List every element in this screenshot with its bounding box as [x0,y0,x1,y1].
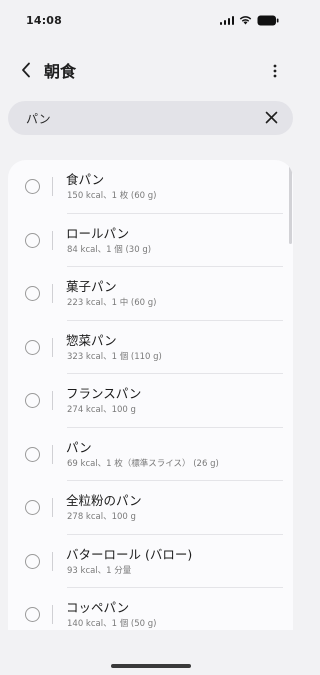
food-name: ロールパン [66,225,130,241]
food-name: 菓子パン [66,279,117,294]
battery-icon [257,15,279,26]
food-name: フランスパン [66,386,142,401]
list-item[interactable]: 食パン 150 kcal、1 枚 (60 g) [8,160,293,214]
chevron-left-icon [21,62,31,82]
status-bar: 14:08 [0,0,301,40]
food-detail: 84 kcal、1 個 (30 g) [67,244,152,255]
food-detail: 69 kcal、1 枚（標準スライス） (26 g) [67,458,219,469]
list-item[interactable]: パン 69 kcal、1 枚（標準スライス） (26 g) [8,428,293,481]
more-options-button[interactable] [263,60,287,84]
radio-button[interactable] [25,553,40,569]
food-detail: 278 kcal、100 g [67,512,136,522]
divider [52,284,53,303]
divider [52,605,53,624]
clear-search-button[interactable] [263,110,279,126]
list-item[interactable]: 惣菜パン 323 kcal、1 個 (110 g) [8,321,293,374]
divider [52,177,53,196]
list-item[interactable]: フランスパン 274 kcal、100 g [8,374,293,428]
radio-button[interactable] [25,500,40,515]
page-title: 朝食 [44,62,77,81]
radio-button[interactable] [25,339,40,355]
divider [52,230,53,250]
food-detail: 274 kcal、100 g [67,405,136,415]
list-item[interactable]: ロールパン 84 kcal、1 個 (30 g) [8,214,293,267]
food-name: 全粒粉のパン [66,493,142,508]
food-name: コッペパン [66,600,130,615]
radio-button[interactable] [25,607,40,622]
close-icon [265,109,278,128]
divider [52,337,53,357]
food-name: パン [66,439,92,455]
divider [52,391,53,410]
status-time: 14:08 [26,13,63,27]
food-detail: 93 kcal、1 分量 [67,565,132,576]
status-icons [219,15,280,26]
food-detail: 323 kcal、1 個 (110 g) [67,351,162,362]
radio-button[interactable] [25,446,40,462]
divider [52,498,53,517]
list-item[interactable]: コッペパン 140 kcal、1 個 (50 g) [8,588,293,630]
list-item[interactable]: バターロール (バロー) 93 kcal、1 分量 [8,535,293,588]
search-bar [8,101,293,135]
food-detail: 150 kcal、1 枚 (60 g) [67,191,157,201]
radio-button[interactable] [25,393,40,408]
food-name: バターロール (バロー) [66,546,193,562]
food-detail: 223 kcal、1 中 (60 g) [67,298,157,308]
radio-button[interactable] [25,179,40,194]
search-input[interactable] [26,101,246,135]
signal-icon [219,15,234,25]
food-name: 惣菜パン [66,332,117,348]
more-vertical-icon [273,63,277,82]
radio-button[interactable] [25,232,40,248]
divider [52,551,53,571]
list-item[interactable]: 菓子パン 223 kcal、1 中 (60 g) [8,267,293,321]
back-button[interactable] [14,60,38,84]
header: 朝食 [0,52,301,92]
food-detail: 140 kcal、1 個 (50 g) [67,619,157,629]
list-item[interactable]: 全粒粉のパン 278 kcal、100 g [8,481,293,535]
radio-button[interactable] [25,286,40,301]
home-indicator[interactable] [111,664,191,668]
food-list: 食パン 150 kcal、1 枚 (60 g) ロールパン 84 kcal、1 … [8,160,293,630]
divider [52,444,53,464]
wifi-icon [239,15,252,25]
food-name: 食パン [66,172,105,187]
